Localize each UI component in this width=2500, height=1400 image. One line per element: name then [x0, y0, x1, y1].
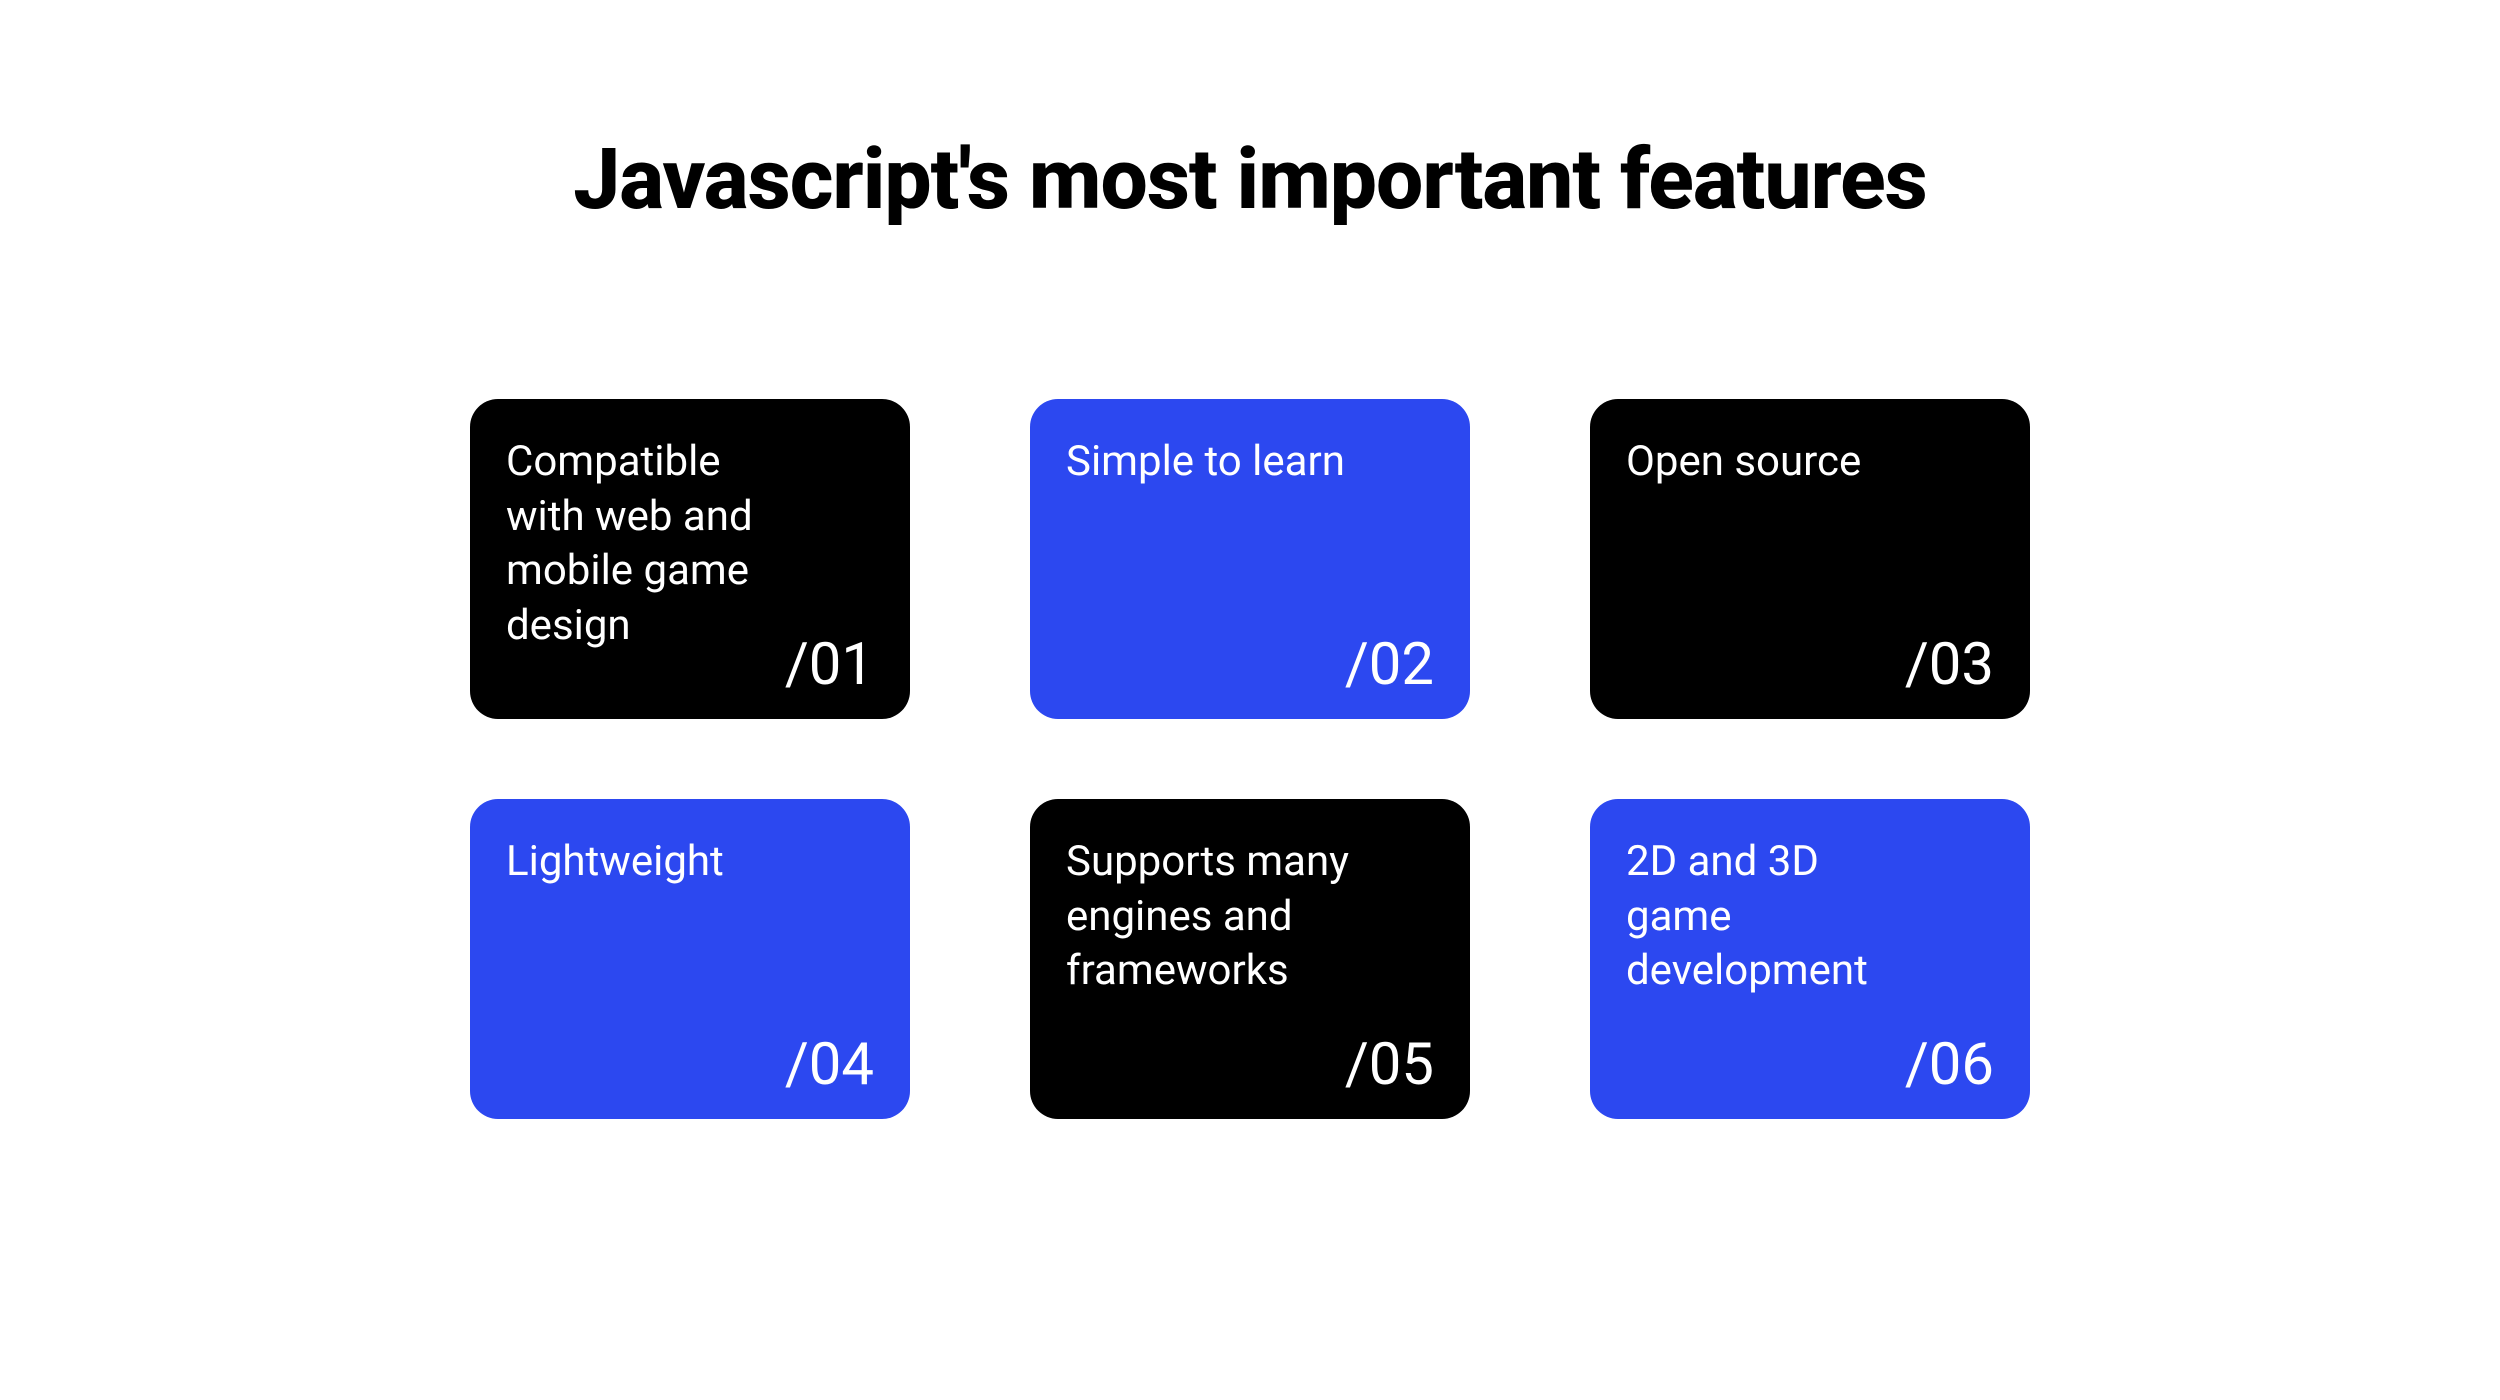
feature-card-01: Compatible with web and mobile game desi… [470, 399, 910, 719]
feature-card-06: 2D and 3D game development /06 [1590, 799, 2030, 1119]
feature-text: Open source [1626, 435, 1916, 490]
feature-text: Compatible with web and mobile game desi… [506, 435, 796, 653]
feature-text: Supports many engines and frameworks [1066, 835, 1356, 999]
page-title: Javascript's most important features [573, 130, 1927, 229]
feature-number: /03 [1905, 631, 1994, 699]
feature-number: /04 [785, 1031, 874, 1099]
features-grid: Compatible with web and mobile game desi… [470, 399, 2030, 1119]
feature-number: /01 [785, 631, 874, 699]
feature-card-03: Open source /03 [1590, 399, 2030, 719]
feature-number: /06 [1905, 1031, 1994, 1099]
feature-text: Lightweight [506, 835, 796, 890]
feature-text: Simple to learn [1066, 435, 1356, 490]
feature-number: /05 [1345, 1031, 1434, 1099]
feature-number: /02 [1345, 631, 1434, 699]
feature-card-02: Simple to learn /02 [1030, 399, 1470, 719]
feature-text: 2D and 3D game development [1626, 835, 1916, 999]
feature-card-04: Lightweight /04 [470, 799, 910, 1119]
feature-card-05: Supports many engines and frameworks /05 [1030, 799, 1470, 1119]
